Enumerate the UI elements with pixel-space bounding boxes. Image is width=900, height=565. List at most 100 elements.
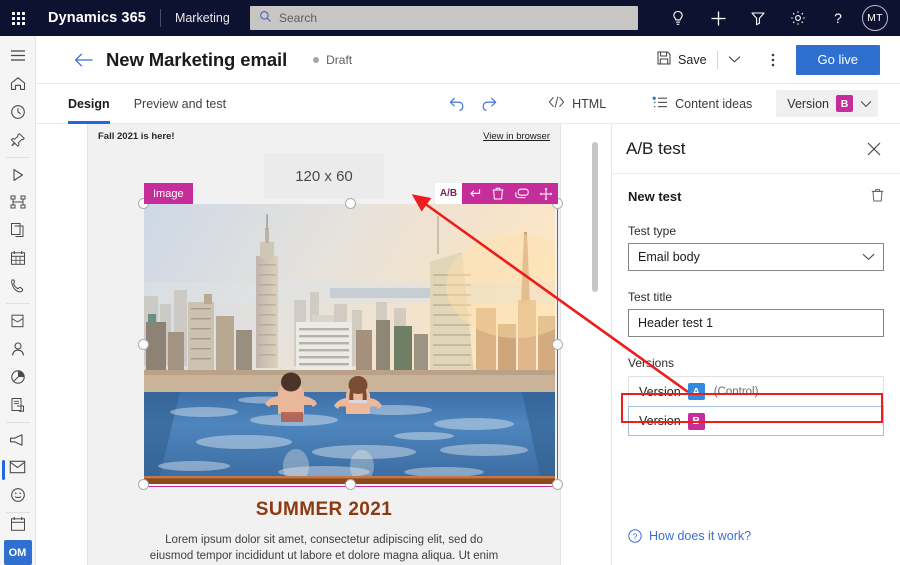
sidebar-item-templates[interactable] (0, 391, 36, 419)
test-type-label: Test type (628, 224, 677, 238)
sidebar-item-satisfaction[interactable] (0, 481, 36, 509)
command-bar: New Marketing email Draft Save Go live (36, 36, 900, 84)
email-headline[interactable]: SUMMER 2021 (88, 499, 560, 521)
rail-divider (5, 512, 30, 514)
how-does-it-work-link[interactable]: ? How does it work? (628, 529, 751, 543)
page-title: New Marketing email (106, 48, 288, 70)
sidebar-item-marketing-emails[interactable] (0, 454, 36, 482)
email-hero-image[interactable] (144, 204, 555, 484)
block-type-tag: Image (144, 183, 193, 204)
html-label: HTML (572, 96, 607, 111)
code-icon (548, 96, 565, 111)
gear-icon[interactable] (778, 0, 818, 36)
test-name-label: New test (628, 189, 682, 204)
search-input[interactable]: Search (250, 6, 638, 30)
brand-divider (159, 9, 161, 27)
ab-test-button[interactable]: A/B (435, 183, 462, 204)
sidebar-item-recent[interactable] (0, 98, 36, 126)
status-label: Draft (326, 52, 353, 67)
delete-icon[interactable] (486, 183, 510, 204)
more-vertical-icon[interactable] (760, 47, 786, 73)
app-name: Marketing (174, 11, 230, 25)
sidebar-item-campaigns[interactable] (0, 426, 36, 454)
top-navigation-bar: Dynamics 365 Marketing Search ? MT (0, 0, 900, 36)
ab-test-panel: A/B test New test Test type Email body T… (611, 124, 900, 565)
version-selector[interactable]: Version B (776, 90, 878, 117)
back-arrow-icon[interactable] (70, 47, 96, 73)
view-in-browser-link[interactable]: View in browser (483, 131, 550, 142)
resize-handle-bottom-left[interactable] (138, 479, 149, 490)
email-design-canvas[interactable]: Fall 2021 is here! View in browser 120 x… (36, 124, 611, 565)
versions-label: Versions (628, 356, 675, 370)
rail-divider (5, 421, 30, 423)
panel-title: A/B test (626, 138, 686, 158)
test-type-select[interactable]: Email body (628, 243, 884, 271)
area-switcher-tile[interactable]: OM (3, 540, 32, 565)
status-badge: Draft (313, 53, 352, 67)
status-dot (313, 56, 320, 63)
preheader-text: Fall 2021 is here! (98, 131, 175, 142)
save-options-chevron-down-icon[interactable] (724, 48, 746, 72)
test-type-value: Email body (638, 250, 700, 264)
annotation-highlight-box (621, 393, 883, 423)
plus-icon[interactable] (698, 0, 738, 36)
svg-text:?: ? (834, 10, 842, 26)
resize-handle-bottom-center[interactable] (345, 479, 356, 490)
command-bar-actions: Save Go live (653, 44, 880, 75)
sidebar-item-contacts[interactable] (0, 335, 36, 363)
email-preheader: Fall 2021 is here! View in browser (88, 124, 560, 142)
email-preview: Fall 2021 is here! View in browser 120 x… (87, 124, 563, 565)
sidebar-item-forms[interactable] (0, 307, 36, 335)
rail-divider (5, 303, 30, 305)
content-ideas-button[interactable]: Content ideas (646, 93, 758, 115)
question-icon[interactable]: ? (818, 0, 858, 36)
app-launcher-icon[interactable] (0, 0, 36, 36)
html-button[interactable]: HTML (542, 93, 612, 114)
duplicate-icon[interactable] (510, 183, 534, 204)
search-icon (259, 10, 272, 26)
canvas-scrollbar[interactable] (592, 142, 598, 292)
designer-tab-bar: Design Preview and test HTML Content ide… (36, 84, 900, 124)
move-icon[interactable] (534, 183, 558, 204)
trash-icon[interactable] (871, 188, 884, 205)
sidebar-item-events-calendar[interactable] (0, 516, 36, 535)
image-block[interactable]: Image A/B (138, 183, 563, 490)
logo-placeholder[interactable]: 120 x 60 (264, 153, 384, 199)
resize-handle-middle-right[interactable] (552, 339, 563, 350)
filter-icon[interactable] (738, 0, 778, 36)
close-icon[interactable] (862, 137, 886, 161)
hamburger-icon[interactable] (0, 42, 36, 70)
svg-text:?: ? (633, 531, 638, 541)
lightbulb-icon[interactable] (658, 0, 698, 36)
tab-design[interactable]: Design (68, 84, 110, 124)
undo-icon[interactable] (462, 183, 486, 204)
sidebar-item-customer-journeys[interactable] (0, 188, 36, 216)
undo-icon[interactable] (448, 96, 465, 111)
sidebar-item-analytics[interactable] (0, 363, 36, 391)
sidebar-item-events[interactable] (0, 244, 36, 272)
sidebar-item-journeys[interactable] (0, 161, 36, 189)
go-live-button[interactable]: Go live (795, 44, 880, 75)
version-badge: B (836, 95, 853, 112)
image-block-toolbar: A/B (435, 183, 558, 204)
resize-handle-bottom-right[interactable] (552, 479, 563, 490)
save-icon (657, 51, 671, 68)
chevron-down-icon (862, 253, 875, 261)
sidebar-item-pages[interactable] (0, 216, 36, 244)
test-title-input[interactable]: Header test 1 (628, 309, 884, 337)
left-navigation-rail: OM (0, 36, 36, 565)
version-selector-label: Version (787, 96, 829, 111)
redo-icon[interactable] (481, 96, 498, 111)
sidebar-item-phone[interactable] (0, 272, 36, 300)
panel-header: A/B test (612, 124, 900, 174)
email-body-text[interactable]: Lorem ipsum dolor sit amet, consectetur … (148, 532, 500, 564)
resize-handle-top-center[interactable] (345, 198, 356, 209)
save-button[interactable]: Save (653, 47, 711, 72)
avatar[interactable]: MT (862, 5, 888, 31)
rail-divider (5, 156, 30, 158)
sidebar-item-home[interactable] (0, 70, 36, 98)
search-placeholder: Search (279, 11, 318, 25)
resize-handle-middle-left[interactable] (138, 339, 149, 350)
tab-preview-and-test[interactable]: Preview and test (134, 84, 226, 124)
sidebar-item-pinned[interactable] (0, 126, 36, 154)
